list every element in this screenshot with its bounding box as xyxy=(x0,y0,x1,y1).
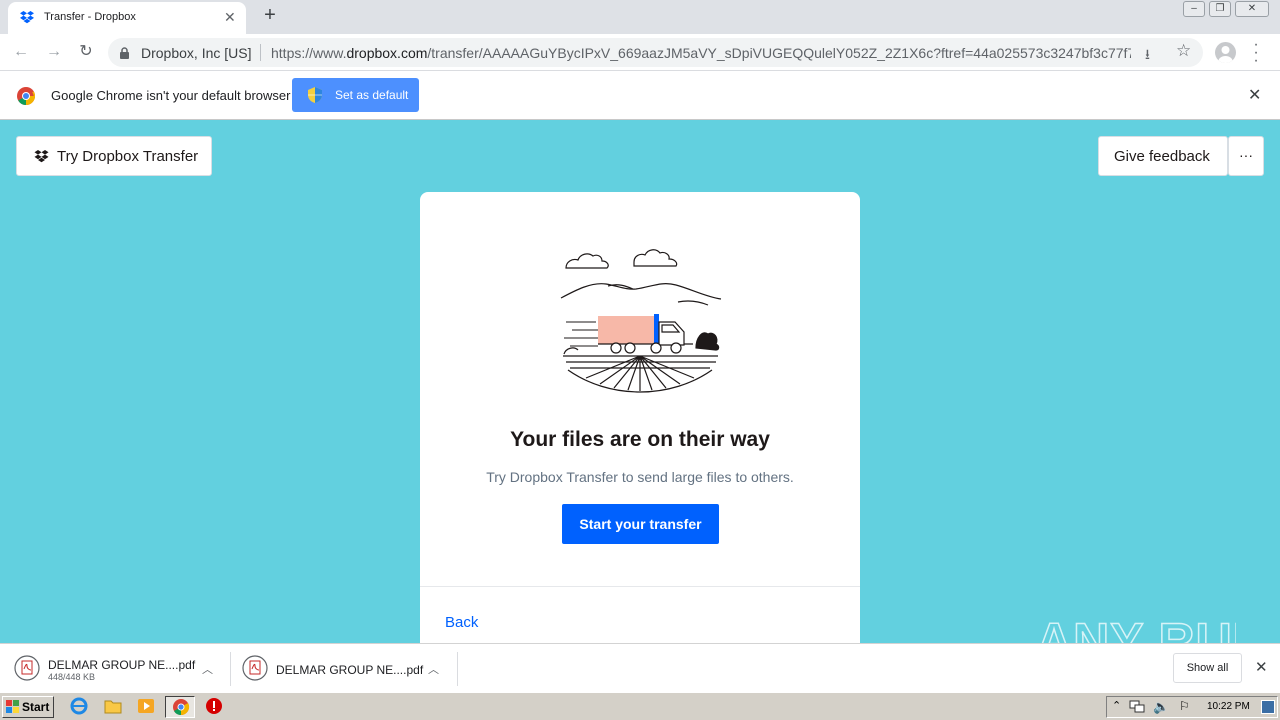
lock-icon xyxy=(120,46,129,64)
media-player-icon[interactable] xyxy=(137,697,157,717)
card-divider xyxy=(420,586,860,587)
truck-illustration xyxy=(558,230,723,400)
download-icon[interactable]: ⭳ xyxy=(1145,44,1150,68)
dropbox-favicon-icon xyxy=(20,11,34,29)
taskbar-clock[interactable]: 10:22 PM xyxy=(1207,701,1250,712)
tab-title: Transfer - Dropbox xyxy=(44,11,136,23)
pdf-file-icon xyxy=(242,655,268,686)
system-tray: ⌃ 🔈 ⚐ 10:22 PM xyxy=(1106,696,1278,718)
more-options-button[interactable]: ··· xyxy=(1228,136,1264,176)
volume-icon[interactable]: 🔈 xyxy=(1153,699,1169,715)
windows-taskbar: Start ⌃ 🔈 ⚐ 10:22 PM xyxy=(0,692,1280,720)
download-filename: DELMAR GROUP NE....pdf xyxy=(276,663,424,677)
transfer-card: Your files are on their way Try Dropbox … xyxy=(420,192,860,643)
action-center-flag-icon[interactable]: ⚐ xyxy=(1179,699,1190,713)
page-content: Try Dropbox Transfer Give feedback ··· Y… xyxy=(0,120,1280,643)
tray-expand-icon[interactable]: ⌃ xyxy=(1112,699,1121,712)
show-desktop-button[interactable] xyxy=(1261,700,1275,714)
new-tab-button[interactable]: + xyxy=(258,4,282,27)
origin-separator xyxy=(260,44,261,61)
dropbox-logo-icon xyxy=(34,150,49,167)
network-icon[interactable] xyxy=(1129,700,1145,719)
set-as-default-button[interactable]: Set as default xyxy=(292,78,419,112)
tab-close-icon[interactable]: ✕ xyxy=(224,9,236,26)
uac-shield-icon xyxy=(308,87,322,106)
file-explorer-icon[interactable] xyxy=(104,697,124,717)
security-alert-icon[interactable] xyxy=(205,697,225,717)
chevron-up-icon[interactable]: ︿ xyxy=(202,661,213,677)
chevron-up-icon[interactable]: ︿ xyxy=(428,661,439,677)
address-bar[interactable]: Dropbox, Inc [US] https://www.dropbox.co… xyxy=(108,38,1203,67)
download-size: 448/448 KB xyxy=(48,672,96,682)
start-transfer-button[interactable]: Start your transfer xyxy=(562,504,719,544)
forward-arrow-icon[interactable]: → xyxy=(43,42,65,64)
download-item[interactable]: DELMAR GROUP NE....pdf ︿ xyxy=(242,650,447,688)
window-close-button[interactable]: ✕ xyxy=(1235,1,1269,17)
chrome-logo-icon xyxy=(17,87,36,110)
show-all-button[interactable]: Show all xyxy=(1173,653,1242,683)
reload-icon[interactable]: ↻ xyxy=(75,42,97,64)
infobar-close-icon[interactable]: ✕ xyxy=(1248,85,1261,105)
back-link[interactable]: Back xyxy=(445,614,478,631)
chrome-taskbar-button[interactable] xyxy=(165,696,195,718)
card-subtext: Try Dropbox Transfer to send large files… xyxy=(486,469,794,485)
download-item[interactable]: DELMAR GROUP NE....pdf 448/448 KB ︿ xyxy=(14,650,219,688)
restore-button[interactable]: ❐ xyxy=(1209,1,1231,17)
profile-avatar[interactable] xyxy=(1215,42,1236,63)
give-feedback-button[interactable]: Give feedback xyxy=(1098,136,1228,176)
download-separator xyxy=(230,652,231,686)
pdf-file-icon xyxy=(14,655,40,686)
url-text: https://www.dropbox.com/transfer/AAAAAGu… xyxy=(271,45,1131,61)
download-shelf: DELMAR GROUP NE....pdf 448/448 KB ︿ DELM… xyxy=(0,643,1280,692)
shelf-close-icon[interactable]: ✕ xyxy=(1255,658,1268,676)
chrome-menu-icon[interactable]: · · · xyxy=(1251,37,1261,69)
windows-flag-icon xyxy=(6,700,20,717)
tab-dropbox-transfer[interactable]: Transfer - Dropbox ✕ xyxy=(8,2,246,34)
start-button[interactable]: Start xyxy=(2,696,54,718)
browser-toolbar: ← → ↻ Dropbox, Inc [US] https://www.drop… xyxy=(0,34,1280,71)
infobar-message: Google Chrome isn't your default browser xyxy=(51,88,291,103)
bookmark-star-icon[interactable]: ☆ xyxy=(1176,41,1191,61)
default-browser-infobar: Google Chrome isn't your default browser… xyxy=(0,71,1280,120)
download-filename: DELMAR GROUP NE....pdf xyxy=(48,658,196,672)
try-dropbox-transfer-button[interactable]: Try Dropbox Transfer xyxy=(16,136,212,176)
download-separator xyxy=(457,652,458,686)
site-origin: Dropbox, Inc [US] xyxy=(141,45,252,61)
tab-strip: Transfer - Dropbox ✕ + ‒ ❐ ✕ xyxy=(0,0,1280,34)
internet-explorer-icon[interactable] xyxy=(70,697,90,717)
card-heading: Your files are on their way xyxy=(510,428,770,451)
back-arrow-icon[interactable]: ← xyxy=(10,42,32,64)
minimize-button[interactable]: ‒ xyxy=(1183,1,1205,17)
